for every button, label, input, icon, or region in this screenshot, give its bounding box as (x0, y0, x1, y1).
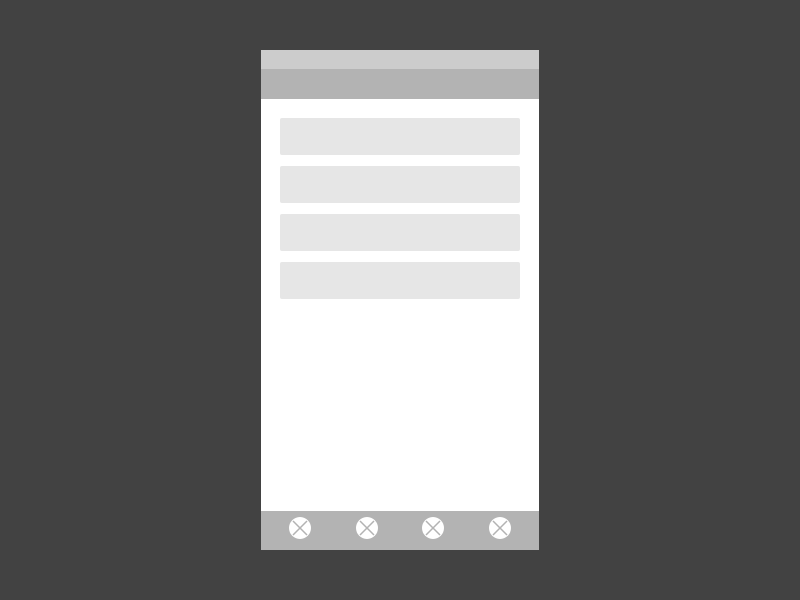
circle-x-icon (421, 516, 445, 545)
list-item[interactable] (280, 118, 520, 155)
list-item[interactable] (280, 262, 520, 299)
list-item[interactable] (280, 214, 520, 251)
tab-button-2[interactable] (355, 519, 379, 543)
title-bar (261, 69, 539, 99)
status-bar (261, 50, 539, 69)
list-item[interactable] (280, 166, 520, 203)
circle-x-icon (355, 516, 379, 545)
tab-bar (261, 511, 539, 550)
content-area (261, 99, 539, 511)
tab-button-1[interactable] (288, 519, 312, 543)
phone-wireframe (261, 50, 539, 550)
tab-button-4[interactable] (488, 519, 512, 543)
circle-x-icon (288, 516, 312, 545)
circle-x-icon (488, 516, 512, 545)
tab-button-3[interactable] (421, 519, 445, 543)
